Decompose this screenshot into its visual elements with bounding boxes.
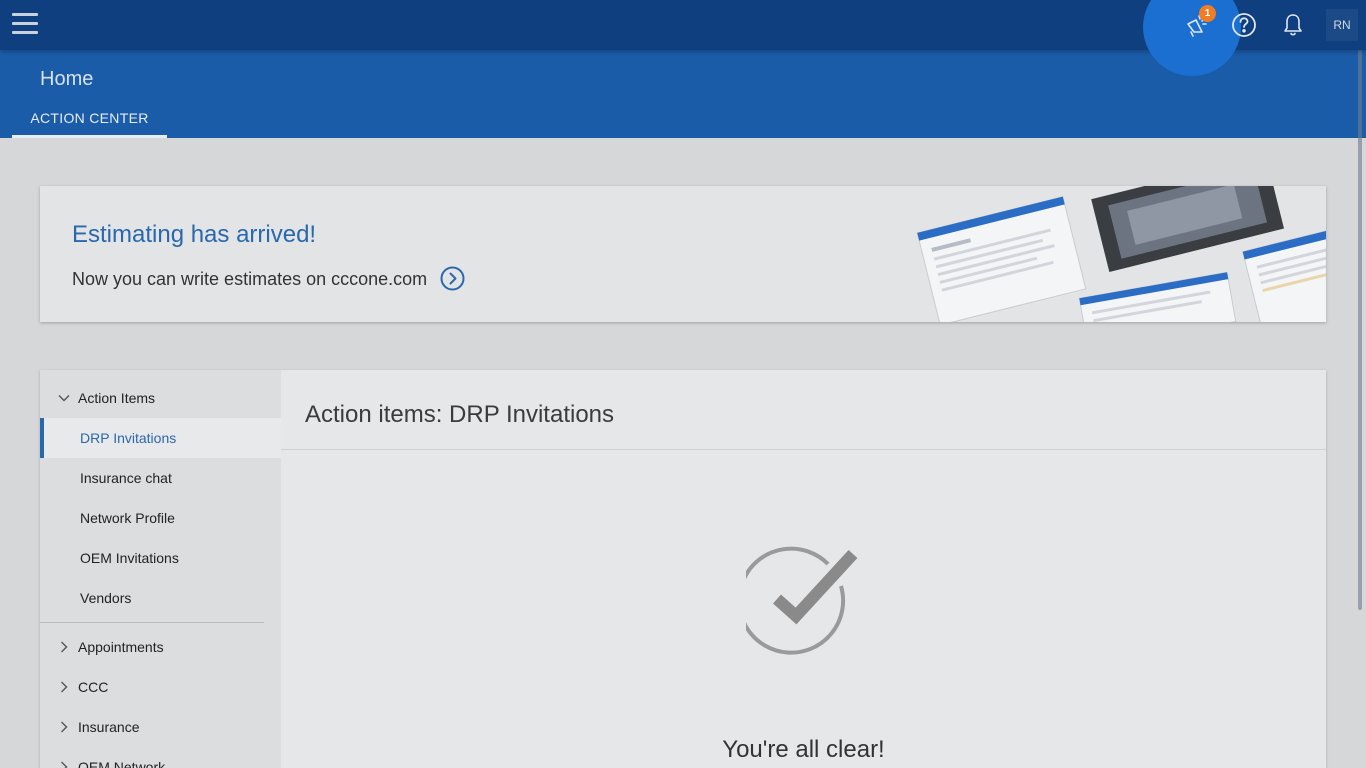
sidebar-item-vendors[interactable]: Vendors (40, 578, 281, 618)
sidebar-group-appointments[interactable]: Appointments (40, 627, 281, 667)
sidebar-divider (40, 622, 264, 623)
banner-title: Estimating has arrived! (72, 221, 317, 248)
notification-count-badge: 1 (1199, 5, 1216, 22)
sidebar-item-insurance-chat[interactable]: Insurance chat (40, 458, 281, 498)
page-scrollbar[interactable] (1358, 50, 1362, 610)
chevron-right-circle-icon[interactable] (440, 266, 465, 291)
sidebar-group-insurance[interactable]: Insurance (40, 707, 281, 747)
sidebar-group-oem-network[interactable]: OEM Network (40, 747, 281, 768)
action-center-panel: Action Items DRP Invitations Insurance c… (40, 370, 1326, 768)
sidebar-group-label: Appointments (78, 639, 164, 655)
sidebar-group-label: CCC (78, 679, 109, 695)
sidebar-item-oem-invitations[interactable]: OEM Invitations (40, 538, 281, 578)
sidebar-group-label: Insurance (78, 719, 140, 735)
content-title: Action items: DRP Invitations (305, 401, 615, 428)
chevron-right-icon (61, 681, 68, 693)
user-avatar[interactable]: RN (1326, 9, 1358, 41)
sidebar-group-label: OEM Network (78, 759, 166, 768)
chevron-down-icon (58, 395, 70, 402)
chevron-right-icon (61, 641, 68, 653)
sidebar-item-network-profile[interactable]: Network Profile (40, 498, 281, 538)
hamburger-menu-icon[interactable] (12, 13, 38, 35)
empty-state-message: You're all clear! (722, 736, 885, 763)
sidebar-group-ccc[interactable]: CCC (40, 667, 281, 707)
estimating-screens-illustration (916, 186, 1326, 322)
sidebar-group-label: Action Items (78, 390, 156, 406)
bell-icon[interactable] (1278, 10, 1308, 40)
tab-action-center[interactable]: ACTION CENTER (12, 108, 167, 138)
content-divider (281, 449, 1326, 450)
action-center-sidebar: Action Items DRP Invitations Insurance c… (40, 370, 281, 768)
sidebar-item-drp-invitations[interactable]: DRP Invitations (40, 418, 281, 458)
sidebar-group-action-items[interactable]: Action Items (40, 378, 281, 418)
promo-banner: Estimating has arrived! Now you can writ… (40, 186, 1326, 322)
chevron-right-icon (61, 761, 68, 768)
top-app-bar: 1 RN (0, 0, 1366, 76)
action-items-content: Action items: DRP Invitations You're all… (281, 370, 1326, 768)
page-title: Home (40, 68, 94, 90)
check-circle-icon (746, 546, 858, 655)
help-circle-icon[interactable] (1229, 10, 1259, 40)
banner-text: Now you can write estimates on cccone.co… (72, 269, 428, 289)
chevron-right-icon (61, 721, 68, 733)
